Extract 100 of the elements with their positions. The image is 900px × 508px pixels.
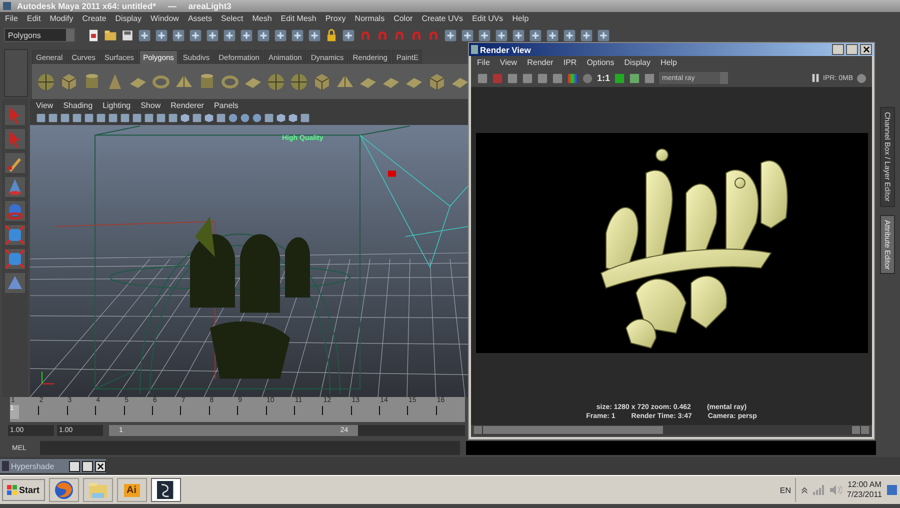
menu-item[interactable]: Color bbox=[394, 14, 413, 23]
menu-item[interactable]: Edit bbox=[26, 14, 41, 23]
menu-item[interactable]: Edit UVs bbox=[472, 14, 504, 23]
tool-icon[interactable] bbox=[206, 28, 219, 42]
menu-item[interactable]: Options bbox=[586, 58, 614, 67]
horizontal-scrollbar[interactable] bbox=[474, 425, 869, 435]
tool-icon[interactable] bbox=[461, 28, 474, 42]
menu-item[interactable]: Create UVs bbox=[422, 14, 464, 23]
menu-item[interactable]: Render bbox=[527, 58, 554, 67]
sphere-icon[interactable] bbox=[582, 72, 593, 84]
menu-item[interactable]: Create bbox=[82, 14, 106, 23]
actual-size-button[interactable]: 1:1 bbox=[597, 73, 610, 83]
tool-icon[interactable] bbox=[257, 28, 270, 42]
menu-item[interactable]: Window bbox=[150, 14, 179, 23]
maximize-button[interactable] bbox=[82, 460, 93, 472]
tick-mark bbox=[208, 406, 210, 415]
cube-icon[interactable] bbox=[204, 113, 214, 123]
minimize-button[interactable] bbox=[832, 44, 844, 55]
menu-item[interactable]: Help bbox=[660, 58, 677, 67]
tick-mark bbox=[180, 406, 182, 415]
tick-mark bbox=[436, 406, 437, 415]
sphere-icon[interactable] bbox=[36, 72, 56, 92]
tool-icon[interactable] bbox=[563, 28, 576, 42]
tool-icon[interactable] bbox=[274, 28, 287, 42]
tool-icon[interactable] bbox=[138, 28, 151, 42]
language-indicator[interactable]: EN bbox=[780, 486, 791, 494]
menu-item[interactable]: Modify bbox=[50, 14, 74, 23]
menu-item[interactable]: Mesh bbox=[252, 14, 272, 23]
menu-item[interactable]: Normals bbox=[354, 14, 385, 23]
menu-item[interactable]: Edit Mesh bbox=[280, 14, 316, 23]
tool-icon[interactable] bbox=[264, 113, 274, 123]
pause-icon[interactable] bbox=[812, 74, 820, 82]
restore-button[interactable] bbox=[69, 460, 80, 472]
tool-icon[interactable] bbox=[614, 72, 626, 84]
tool-icon[interactable] bbox=[478, 28, 491, 42]
tool-icon[interactable] bbox=[172, 28, 185, 42]
tool-icon[interactable] bbox=[192, 113, 202, 123]
tool-icon[interactable] bbox=[223, 28, 236, 42]
close-button[interactable] bbox=[95, 460, 106, 472]
menu-item[interactable]: Display bbox=[115, 14, 142, 23]
start-button[interactable]: Start bbox=[2, 479, 45, 501]
menu-item[interactable]: Help bbox=[512, 14, 529, 23]
tick-mark bbox=[322, 406, 324, 415]
tool-icon[interactable] bbox=[291, 28, 304, 42]
cube-icon[interactable] bbox=[427, 72, 447, 92]
tool-icon[interactable] bbox=[240, 28, 253, 42]
shelf-handle[interactable] bbox=[4, 49, 28, 97]
panel-menu-item[interactable]: Renderer bbox=[170, 100, 204, 110]
tool-icon[interactable] bbox=[444, 28, 457, 42]
tool-icon[interactable] bbox=[629, 72, 640, 84]
menu-item[interactable]: Assets bbox=[188, 14, 212, 23]
globe-icon bbox=[54, 480, 74, 500]
tool-icon[interactable] bbox=[189, 28, 202, 42]
menu-item[interactable]: Display bbox=[624, 58, 650, 67]
tool-icon[interactable] bbox=[308, 28, 321, 42]
sphere-icon[interactable] bbox=[266, 72, 286, 92]
menu-item[interactable]: Proxy bbox=[325, 14, 346, 23]
tool-icon[interactable] bbox=[597, 28, 610, 42]
menu-item[interactable]: View bbox=[500, 58, 518, 67]
panel-menu-item[interactable]: Lighting bbox=[102, 100, 131, 110]
cube-icon[interactable] bbox=[59, 72, 79, 92]
menu-item[interactable]: IPR bbox=[563, 58, 577, 67]
tool-icon[interactable] bbox=[300, 113, 310, 123]
panel-menu-item[interactable]: Panels bbox=[214, 100, 238, 110]
tick-mark bbox=[350, 406, 352, 415]
sphere-icon[interactable] bbox=[289, 72, 309, 92]
folder-icon[interactable] bbox=[104, 28, 117, 42]
panel-menu-item[interactable]: Shading bbox=[63, 100, 93, 110]
color-wheel-icon[interactable] bbox=[567, 72, 578, 84]
tool-icon[interactable] bbox=[495, 28, 508, 42]
cube-icon[interactable] bbox=[312, 72, 332, 92]
tool-icon[interactable] bbox=[529, 28, 542, 42]
clock-time[interactable]: 12:00 AM bbox=[848, 480, 882, 490]
tool-icon[interactable] bbox=[216, 113, 226, 123]
tick-mark bbox=[95, 406, 96, 415]
mode-dropdown[interactable]: Polygons bbox=[4, 28, 75, 42]
tool-icon[interactable] bbox=[342, 28, 355, 42]
panel-menu-item[interactable]: Show bbox=[140, 100, 161, 110]
clock-date[interactable]: 7/23/2011 bbox=[847, 490, 882, 500]
window-icon bbox=[2, 461, 9, 471]
cube-icon[interactable] bbox=[180, 113, 190, 123]
app-icon: Ai bbox=[124, 484, 140, 496]
document-icon[interactable] bbox=[87, 28, 100, 42]
menu-item[interactable]: File bbox=[477, 58, 490, 67]
tool-icon[interactable] bbox=[546, 28, 559, 42]
tool-icon[interactable] bbox=[580, 28, 593, 42]
taskbar-app[interactable] bbox=[150, 478, 181, 502]
expand-icon[interactable] bbox=[801, 486, 808, 494]
save-icon[interactable] bbox=[121, 28, 134, 42]
pyramid-icon[interactable] bbox=[5, 273, 25, 293]
taskbar-app[interactable]: Ai bbox=[116, 478, 147, 502]
lock-icon[interactable] bbox=[325, 28, 338, 42]
tick-mark bbox=[237, 406, 238, 415]
menu-item[interactable]: File bbox=[5, 14, 18, 23]
panel-menu-item[interactable]: View bbox=[36, 100, 54, 110]
brush-icon[interactable] bbox=[5, 153, 25, 173]
close-button[interactable] bbox=[860, 44, 872, 55]
menu-item[interactable]: Select bbox=[220, 14, 244, 23]
tool-icon[interactable] bbox=[155, 28, 168, 42]
tool-icon[interactable] bbox=[512, 28, 525, 42]
